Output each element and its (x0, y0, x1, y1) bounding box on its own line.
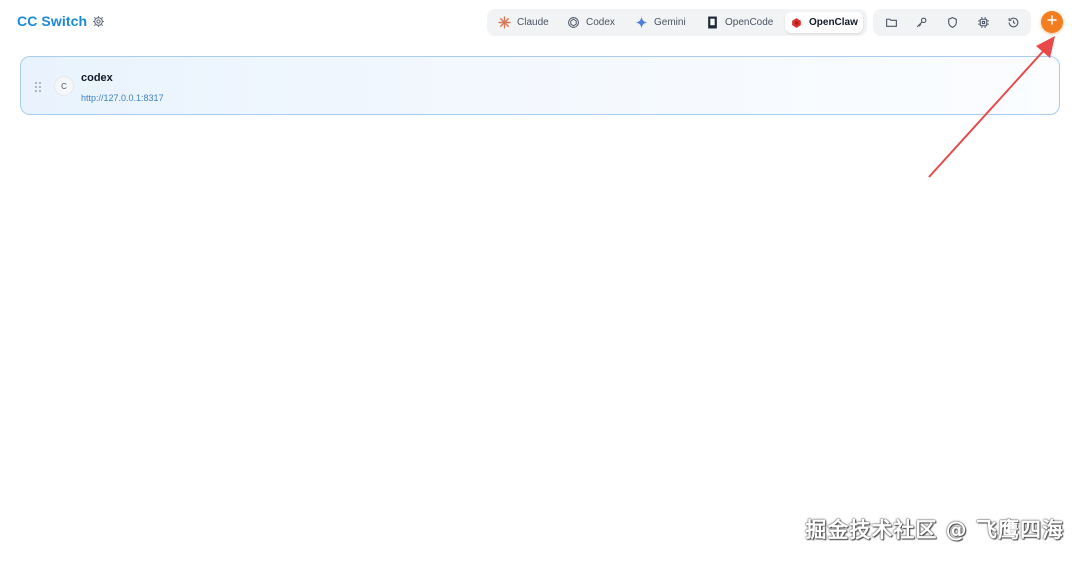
annotation-arrow (928, 36, 1055, 178)
watermark: 掘金技术社区 @ 飞鹰四海 (805, 518, 1064, 542)
app-window: CC Switch Claude Codex Gemini OpenCode O… (0, 0, 1080, 562)
